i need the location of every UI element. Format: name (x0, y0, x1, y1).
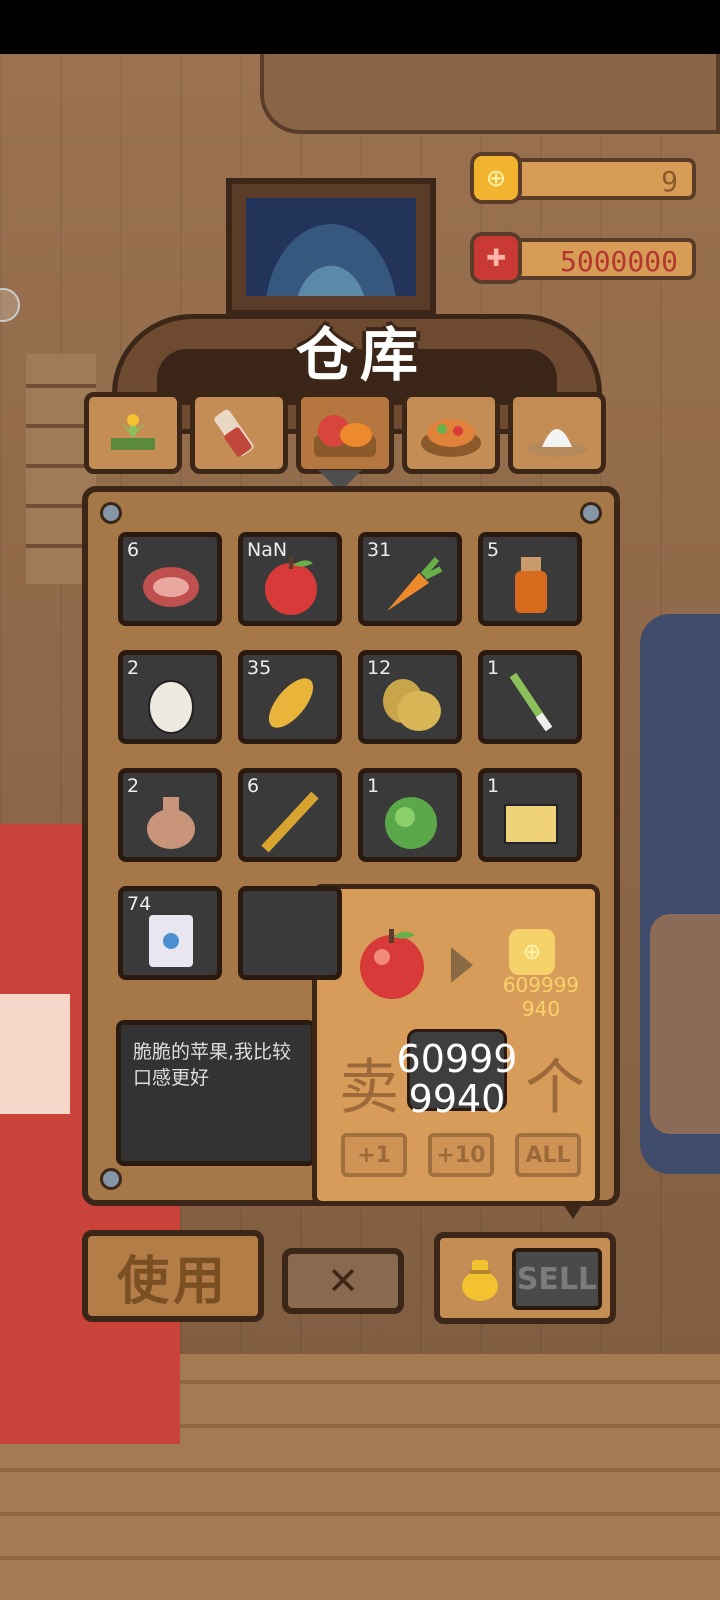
window-painting (226, 178, 436, 316)
potato-icon (383, 679, 441, 731)
item-count: 5 (487, 539, 500, 561)
sell-quantity: 60999 9940 (396, 1037, 518, 1121)
dish-icon (421, 419, 481, 457)
plus-one-button[interactable]: +1 (341, 1133, 407, 1177)
unit-label: 个 (525, 1053, 585, 1123)
tofu-icon (504, 804, 558, 844)
use-button[interactable]: 使用 (82, 1230, 264, 1322)
sell-price: 609999 940 (502, 973, 580, 1021)
item-description: 脆脆的苹果,我比较 口感更好 (116, 1020, 316, 1166)
lettuce-icon (385, 797, 437, 849)
wheat-icon (261, 791, 319, 853)
tab-plants[interactable] (84, 392, 182, 474)
rice-bowl-icon (527, 429, 587, 457)
seed-bag-icon (147, 797, 195, 849)
corn-icon (268, 678, 314, 728)
gold-coin-value: 9 (661, 165, 678, 198)
inventory-slot[interactable]: 6 (118, 532, 222, 626)
red-coin-counter: 5000000 ✚ (470, 232, 698, 284)
close-button[interactable]: ✕ (282, 1248, 404, 1314)
inventory-slot[interactable]: 31 (358, 532, 462, 626)
inventory-slot[interactable] (238, 886, 342, 980)
npc-blue-man (640, 614, 720, 1174)
gold-coin-counter: 9 ⊕ (470, 152, 698, 204)
red-coin-value: 5000000 (559, 245, 678, 278)
tab-rice[interactable] (508, 392, 606, 474)
produce-icon (314, 415, 376, 457)
description-line-1: 脆脆的苹果,我比较 (133, 1041, 292, 1063)
scallion-icon (509, 672, 553, 732)
tool-icon (214, 409, 254, 457)
inventory-slot[interactable]: 2 (118, 768, 222, 862)
gold-coin-icon: ⊕ (470, 152, 522, 204)
inventory-slot[interactable]: 35 (238, 650, 342, 744)
item-count: 2 (127, 775, 140, 797)
meat-icon (143, 567, 199, 607)
item-count: 6 (127, 539, 140, 561)
inventory-slot[interactable]: 74 (118, 886, 222, 980)
inventory-slot[interactable]: 1 (478, 768, 582, 862)
item-count: 31 (367, 539, 392, 561)
egg-icon (148, 680, 194, 734)
arrow-icon (451, 947, 473, 983)
item-count: 12 (367, 657, 392, 679)
item-count: 1 (487, 775, 500, 797)
inventory-slot[interactable]: 2 (118, 650, 222, 744)
honey-bottle-icon (515, 557, 547, 613)
carrot-icon (387, 557, 443, 611)
sell-popup: ⊕ 609999 940 卖 60999 9940 个 +1 +10 ALL (312, 884, 600, 1219)
item-count: NaN (247, 539, 288, 561)
apple-icon (360, 929, 424, 999)
tab-tools[interactable] (190, 392, 288, 474)
apple-icon (265, 557, 317, 615)
description-line-2: 口感更好 (133, 1067, 210, 1089)
gold-coin-icon: ⊕ (509, 929, 555, 975)
all-button[interactable]: ALL (515, 1133, 581, 1177)
inventory-slot[interactable]: 5 (478, 532, 582, 626)
tab-produce[interactable] (296, 392, 394, 474)
page-title: 仓库 (295, 321, 424, 389)
flour-bag-icon (149, 915, 193, 967)
ceiling-beam (260, 54, 720, 134)
category-tabs (84, 392, 608, 474)
item-count: 1 (367, 775, 380, 797)
item-count: 35 (247, 657, 272, 679)
tab-dishes[interactable] (402, 392, 500, 474)
red-coin-icon: ✚ (470, 232, 522, 284)
sell-button-box: SELL (434, 1232, 616, 1324)
plus-ten-button[interactable]: +10 (428, 1133, 494, 1177)
inventory-slot[interactable]: 6 (238, 768, 342, 862)
item-count: 74 (127, 893, 152, 915)
inventory-slot[interactable]: NaN (238, 532, 342, 626)
money-bag-icon (462, 1260, 498, 1301)
inventory-slot[interactable]: 1 (478, 650, 582, 744)
item-count: 2 (127, 657, 140, 679)
inventory-slot[interactable]: 12 (358, 650, 462, 744)
inventory-slot[interactable]: 1 (358, 768, 462, 862)
item-count: 6 (247, 775, 260, 797)
item-count: 1 (487, 657, 500, 679)
plant-icon (111, 414, 155, 450)
sell-button[interactable]: SELL (512, 1248, 602, 1310)
